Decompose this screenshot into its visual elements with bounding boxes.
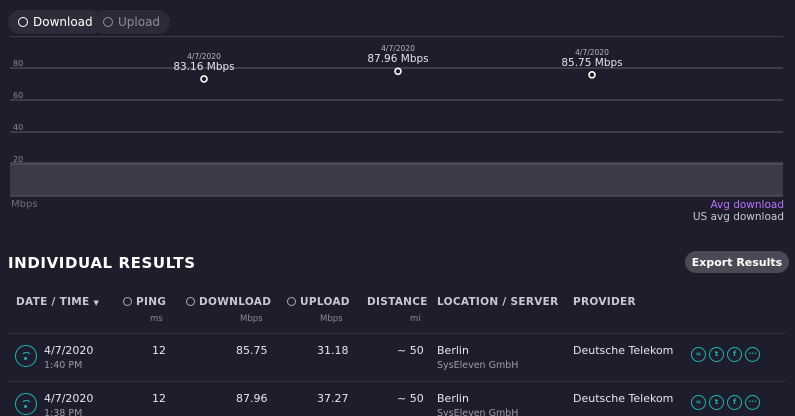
section-title: INDIVIDUAL RESULTS [8, 254, 196, 272]
results-page: Download Upload 20 40 60 80 4/7/2020 83.16 M… [0, 0, 795, 416]
chart-point[interactable] [394, 67, 402, 76]
tab-download[interactable]: Download [8, 10, 103, 34]
col-download: DOWNLOAD [186, 296, 271, 308]
tab-upload-label: Upload [118, 15, 161, 29]
chart-y-tick: 60 [13, 91, 24, 100]
row-download: 87.96 [236, 392, 268, 405]
col-ping-label: PING [136, 296, 167, 308]
tab-upload[interactable]: Upload [93, 10, 171, 34]
chart-y-unit: Mbps [11, 199, 38, 210]
row-date: 4/7/2020 [44, 392, 94, 405]
chart-y-tick: 80 [13, 59, 24, 68]
col-upload-label: UPLOAD [300, 296, 350, 308]
tab-download-label: Download [33, 15, 93, 29]
upload-icon [103, 17, 113, 27]
row-upload: 37.27 [317, 392, 349, 405]
row-time: 1:38 PM [44, 408, 83, 416]
upload-col-icon [287, 297, 296, 306]
wifi-icon [15, 345, 37, 367]
chart-band [10, 162, 783, 196]
download-chart: 20 40 60 80 4/7/2020 83.16 Mbps 4/7/2020 87.96… [0, 36, 795, 226]
row-distance: ~ 50 [397, 344, 424, 357]
table-row[interactable]: 4/7/2020 1:40 PM 12 85.75 31.18 ~ 50 Ber… [0, 334, 795, 382]
row-location: Berlin [437, 344, 469, 357]
more-icon[interactable]: ··· [745, 347, 760, 362]
ping-icon [123, 297, 132, 306]
chart-point-date: 4/7/2020 [187, 51, 221, 61]
legend-us-avg-download: US avg download [692, 211, 784, 223]
col-ping: PING [123, 296, 166, 308]
row-date: 4/7/2020 [44, 344, 94, 357]
chart-point-date: 4/7/2020 [575, 47, 609, 57]
link-icon[interactable]: ∞ [691, 395, 706, 410]
col-date-time[interactable]: DATE / TIME ▼ [16, 296, 99, 308]
chart-point-value: 85.75 Mbps [561, 56, 623, 69]
row-provider: Deutsche Telekom [573, 392, 674, 405]
col-distance-unit: mi [410, 314, 421, 324]
export-results-button[interactable]: Export Results [685, 251, 789, 273]
row-provider: Deutsche Telekom [573, 344, 674, 357]
row-location: Berlin [437, 392, 469, 405]
legend-avg-download: Avg download [710, 199, 784, 211]
col-download-label: DOWNLOAD [199, 296, 272, 308]
more-icon[interactable]: ··· [745, 395, 760, 410]
row-distance: ~ 50 [397, 392, 424, 405]
twitter-icon[interactable]: t [709, 395, 724, 410]
chart-point-value: 87.96 Mbps [367, 53, 429, 66]
row-server: SysEleven GmbH [437, 408, 519, 416]
download-col-icon [186, 297, 195, 306]
row-time: 1:40 PM [44, 360, 83, 371]
row-upload: 31.18 [317, 344, 349, 357]
chart-point-date: 4/7/2020 [381, 44, 415, 54]
wifi-icon [15, 393, 37, 415]
chart-y-tick: 20 [13, 155, 24, 164]
chart-y-tick: 40 [13, 123, 24, 132]
col-download-unit: Mbps [240, 314, 263, 324]
col-upload: UPLOAD [287, 296, 350, 308]
chart-point[interactable] [200, 75, 208, 83]
link-icon[interactable]: ∞ [691, 347, 706, 362]
row-server: SysEleven GmbH [437, 360, 519, 371]
table-row[interactable]: 4/7/2020 1:38 PM 12 87.96 37.27 ~ 50 Ber… [0, 382, 795, 416]
col-location: LOCATION / SERVER [437, 296, 559, 308]
col-distance: DISTANCE [367, 296, 428, 308]
facebook-icon[interactable]: f [727, 347, 742, 362]
col-upload-unit: Mbps [320, 314, 343, 324]
chart-point-value: 83.16 Mbps [173, 60, 235, 73]
facebook-icon[interactable]: f [727, 395, 742, 410]
row-ping: 12 [152, 392, 166, 405]
row-ping: 12 [152, 344, 166, 357]
col-ping-unit: ms [150, 314, 163, 324]
download-icon [18, 17, 28, 27]
col-provider: PROVIDER [573, 296, 636, 308]
chart-point[interactable] [588, 70, 596, 79]
col-date-label: DATE / TIME [16, 296, 90, 308]
twitter-icon[interactable]: t [709, 347, 724, 362]
sort-down-icon: ▼ [93, 299, 100, 307]
row-download: 85.75 [236, 344, 268, 357]
